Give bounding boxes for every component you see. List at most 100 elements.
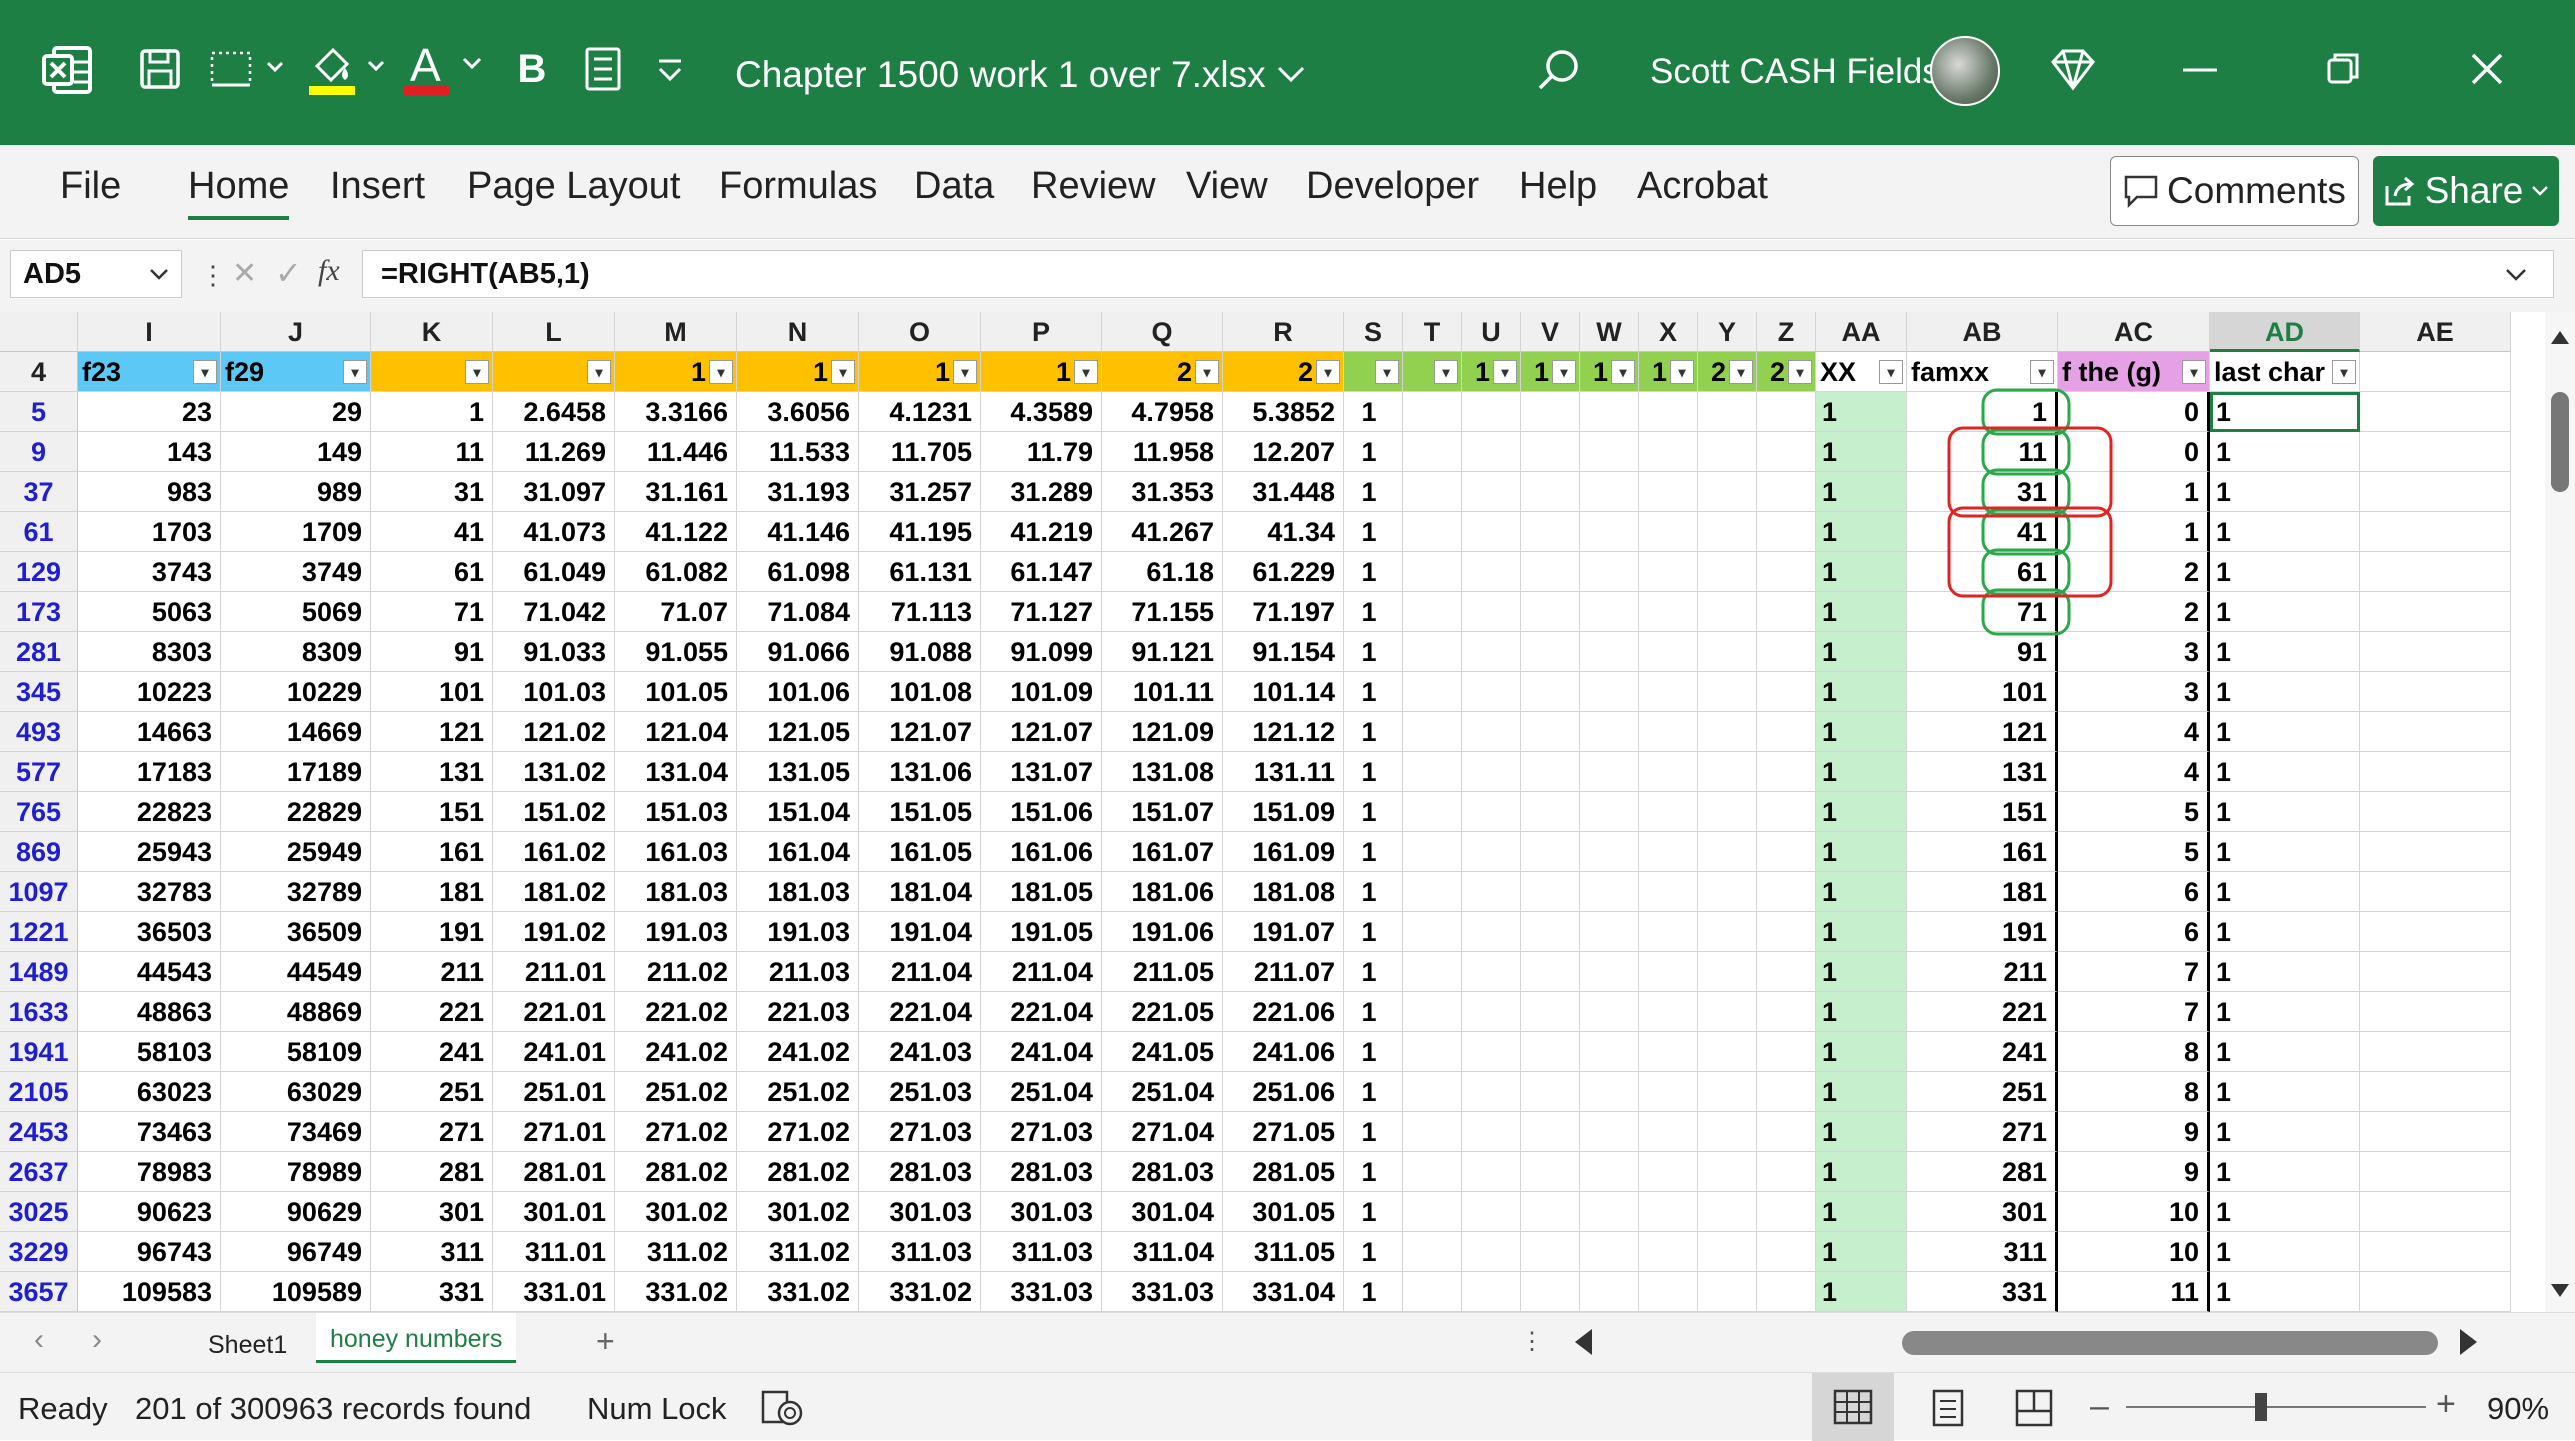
empty-cell[interactable] [1580,1232,1639,1272]
table-cell[interactable]: 73469 [221,1112,371,1152]
empty-cell[interactable] [1462,432,1521,472]
table-cell[interactable]: 96743 [78,1232,221,1272]
table-cell[interactable]: 22829 [221,792,371,832]
zoom-in-button[interactable]: + [2436,1385,2456,1424]
file-title[interactable]: Chapter 1500 work 1 over 7.xlsx [735,50,1306,100]
table-cell[interactable]: 1 [2210,752,2360,792]
empty-cell[interactable] [1698,632,1757,672]
table-cell[interactable]: 1 [1344,712,1403,752]
empty-cell[interactable] [1403,872,1462,912]
table-cell[interactable]: 151.02 [493,792,615,832]
table-cell[interactable]: 1 [1344,832,1403,872]
row-header[interactable]: 3657 [0,1272,78,1312]
filter-header[interactable]: 1 ▾ [737,352,859,392]
table-cell[interactable]: 17189 [221,752,371,792]
empty-cell[interactable] [1698,1272,1757,1312]
empty-cell[interactable] [1403,1072,1462,1112]
row-header[interactable]: 3025 [0,1192,78,1232]
column-header-k[interactable]: K [371,312,493,352]
table-cell[interactable]: 281.05 [1223,1152,1344,1192]
table-cell[interactable]: 61.131 [859,552,981,592]
table-cell[interactable]: 71.155 [1102,592,1223,632]
empty-cell[interactable] [1462,832,1521,872]
empty-cell[interactable] [2360,832,2511,872]
table-cell[interactable]: 221.05 [1102,992,1223,1032]
tab-insert[interactable]: Insert [330,165,425,208]
empty-cell[interactable] [1698,1072,1757,1112]
table-cell[interactable]: 0 [2058,392,2210,432]
avatar[interactable] [1930,36,2000,106]
table-cell[interactable]: 271.01 [493,1112,615,1152]
column-header-m[interactable]: M [615,312,737,352]
user-name[interactable]: Scott CASH Fields [1650,52,1940,92]
table-cell[interactable]: 91.154 [1223,632,1344,672]
empty-cell[interactable] [1521,632,1580,672]
table-cell[interactable]: 1 [2210,632,2360,672]
vertical-scrollbar[interactable] [2545,312,2575,1312]
empty-cell[interactable] [1698,592,1757,632]
table-cell[interactable]: 1 [1816,1032,1907,1072]
table-cell[interactable]: 1 [1816,952,1907,992]
table-cell[interactable]: 311.04 [1102,1232,1223,1272]
table-cell[interactable]: 281.02 [737,1152,859,1192]
table-cell[interactable]: 131 [1907,752,2058,792]
table-cell[interactable]: 5 [2058,792,2210,832]
table-cell[interactable]: 221.06 [1223,992,1344,1032]
table-cell[interactable]: 191.07 [1223,912,1344,952]
filter-dropdown-icon[interactable]: ▾ [1434,360,1458,384]
table-cell[interactable]: 331.02 [737,1272,859,1312]
column-header-l[interactable]: L [493,312,615,352]
empty-cell[interactable] [1698,1152,1757,1192]
table-cell[interactable]: 149 [221,432,371,472]
table-cell[interactable]: 131.05 [737,752,859,792]
empty-cell[interactable] [1403,1232,1462,1272]
empty-cell[interactable] [2360,512,2511,552]
filter-dropdown-icon[interactable]: ▾ [343,360,367,384]
table-cell[interactable]: 61 [371,552,493,592]
customize-icon[interactable] [650,50,690,90]
table-cell[interactable]: 1 [2210,672,2360,712]
table-cell[interactable]: 10 [2058,1192,2210,1232]
filter-header[interactable]: 2 ▾ [1698,352,1757,392]
empty-cell[interactable] [1698,992,1757,1032]
prev-sheet-icon[interactable]: ‹ [34,1323,44,1357]
table-cell[interactable]: 301.03 [981,1192,1102,1232]
table-cell[interactable]: 29 [221,392,371,432]
empty-cell[interactable] [1639,552,1698,592]
empty-cell[interactable] [1580,392,1639,432]
table-cell[interactable]: 1 [1816,472,1907,512]
empty-cell[interactable] [1757,752,1816,792]
minimize-icon[interactable] [2175,50,2225,90]
empty-cell[interactable] [1521,1152,1580,1192]
table-cell[interactable]: 1 [1344,952,1403,992]
row-header[interactable]: 1941 [0,1032,78,1072]
empty-cell[interactable] [1639,472,1698,512]
row-header[interactable]: 1097 [0,872,78,912]
table-cell[interactable]: 1 [2210,952,2360,992]
table-cell[interactable]: 301.02 [737,1192,859,1232]
empty-cell[interactable] [1757,1272,1816,1312]
empty-cell[interactable] [1462,952,1521,992]
empty-cell[interactable] [2360,1152,2511,1192]
tab-review[interactable]: Review [1031,165,1156,208]
filter-dropdown-icon[interactable]: ▾ [831,360,855,384]
table-cell[interactable]: 131.07 [981,752,1102,792]
filter-header[interactable]: 2 ▾ [1102,352,1223,392]
empty-cell[interactable] [2360,592,2511,632]
empty-cell[interactable] [1639,912,1698,952]
share-button[interactable]: Share [2373,156,2559,226]
table-cell[interactable]: 3 [2058,632,2210,672]
tab-home[interactable]: Home [188,165,290,220]
table-cell[interactable]: 251.04 [1102,1072,1223,1112]
filter-header[interactable]: f23 ▾ [78,352,221,392]
empty-cell[interactable] [2360,1032,2511,1072]
table-cell[interactable]: 0 [2058,432,2210,472]
table-cell[interactable]: 1 [1816,1192,1907,1232]
filter-header[interactable]: ▾ [371,352,493,392]
empty-cell[interactable] [1462,512,1521,552]
diamond-icon[interactable] [2045,42,2101,98]
table-cell[interactable]: 32789 [221,872,371,912]
table-cell[interactable]: 71.084 [737,592,859,632]
table-cell[interactable]: 4 [2058,712,2210,752]
filter-dropdown-icon[interactable]: ▾ [1879,360,1903,384]
